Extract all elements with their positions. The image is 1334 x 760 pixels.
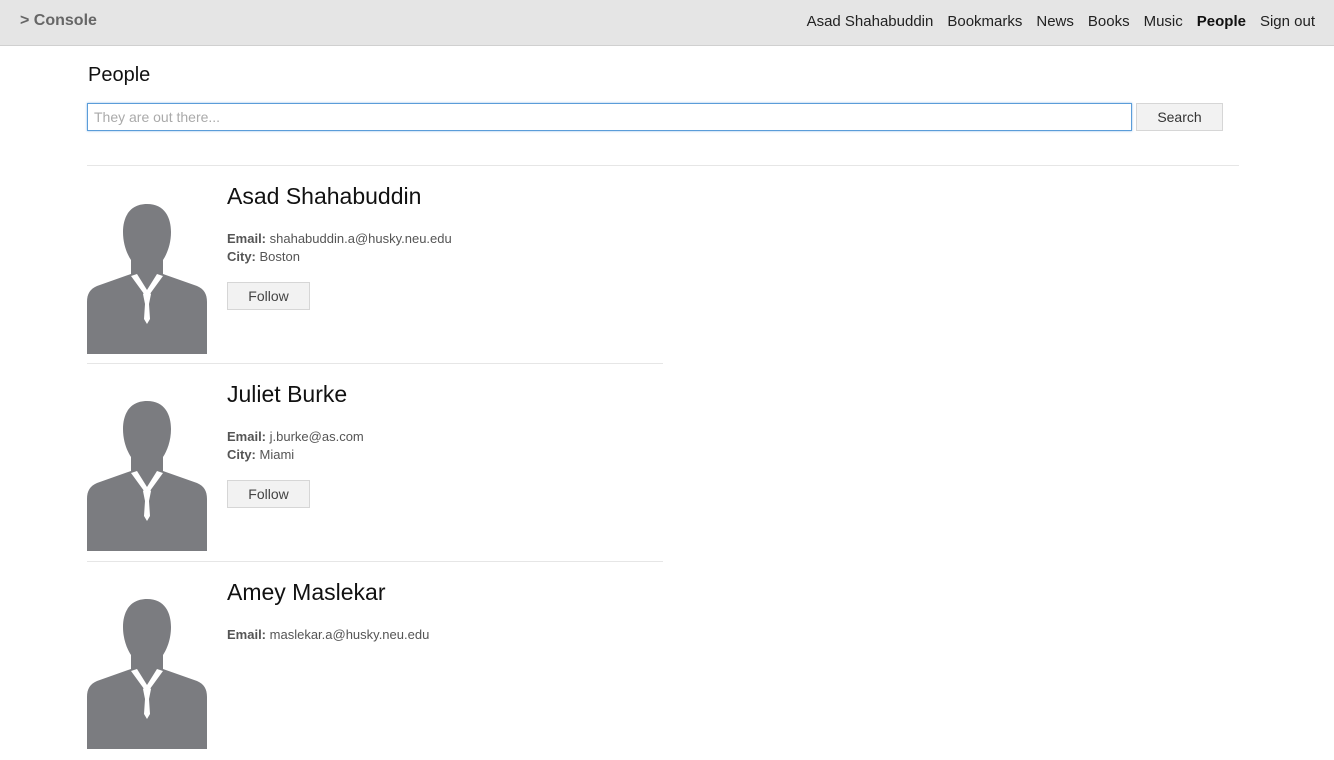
follow-button[interactable]: Follow: [227, 282, 310, 310]
nav-link-sign-out[interactable]: Sign out: [1253, 13, 1322, 30]
nav-link-music[interactable]: Music: [1137, 13, 1190, 30]
nav-link-profile[interactable]: Asad Shahabuddin: [800, 13, 941, 30]
city-label: City:: [227, 249, 256, 264]
city-label: City:: [227, 447, 256, 462]
email-label: Email:: [227, 627, 267, 642]
follow-button[interactable]: Follow: [227, 480, 310, 508]
person-email-row: Email: maslekar.a@husky.neu.edu: [227, 627, 429, 642]
email-label: Email:: [227, 231, 267, 246]
person-email-row: Email: j.burke@as.com: [227, 429, 364, 444]
person-city: Miami: [259, 447, 295, 462]
nav-link-bookmarks[interactable]: Bookmarks: [940, 13, 1029, 30]
person-email: maslekar.a@husky.neu.edu: [269, 627, 430, 642]
person-name[interactable]: Juliet Burke: [227, 381, 347, 408]
person-city-row: City: Boston: [227, 249, 300, 264]
page-title: People: [88, 64, 151, 86]
person-email: j.burke@as.com: [269, 429, 364, 444]
nav-link-news[interactable]: News: [1029, 13, 1081, 30]
person-city-row: City: Miami: [227, 447, 294, 462]
top-navbar: > Console Asad Shahabuddin Bookmarks New…: [0, 0, 1334, 46]
person-name[interactable]: Asad Shahabuddin: [227, 183, 421, 210]
nav-link-books[interactable]: Books: [1081, 13, 1137, 30]
person-silhouette-icon: [87, 599, 207, 749]
person-city: Boston: [259, 249, 300, 264]
person-silhouette-icon: [87, 401, 207, 551]
search-button[interactable]: Search: [1136, 103, 1223, 131]
search-input[interactable]: [87, 103, 1132, 131]
nav-links: Asad Shahabuddin Bookmarks News Books Mu…: [800, 13, 1322, 30]
person-silhouette-icon: [87, 204, 207, 354]
nav-link-people[interactable]: People: [1190, 13, 1253, 30]
email-label: Email:: [227, 429, 267, 444]
person-card: Amey Maslekar Email: maslekar.a@husky.ne…: [87, 562, 663, 760]
person-name[interactable]: Amey Maslekar: [227, 579, 385, 606]
person-card: Juliet Burke Email: j.burke@as.com City:…: [87, 364, 663, 562]
brand-link[interactable]: > Console: [20, 12, 97, 30]
person-card: Asad Shahabuddin Email: shahabuddin.a@hu…: [87, 166, 663, 364]
person-email-row: Email: shahabuddin.a@husky.neu.edu: [227, 231, 452, 246]
person-email: shahabuddin.a@husky.neu.edu: [269, 231, 452, 246]
